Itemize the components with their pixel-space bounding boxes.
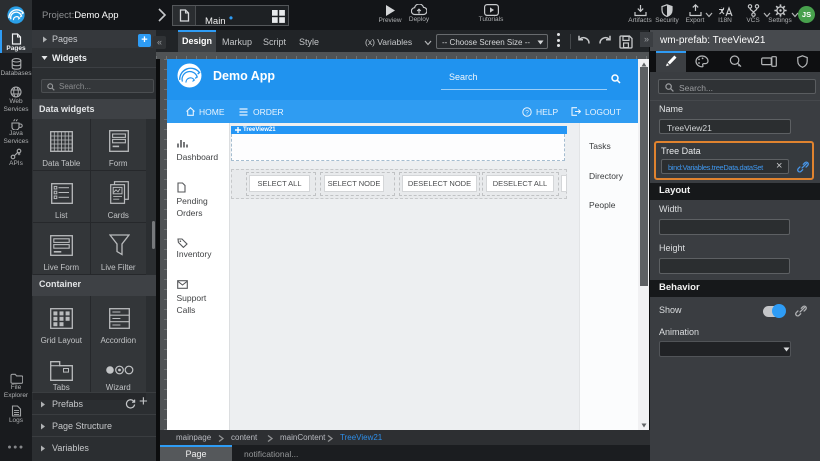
svg-text:?: ? <box>525 109 529 116</box>
